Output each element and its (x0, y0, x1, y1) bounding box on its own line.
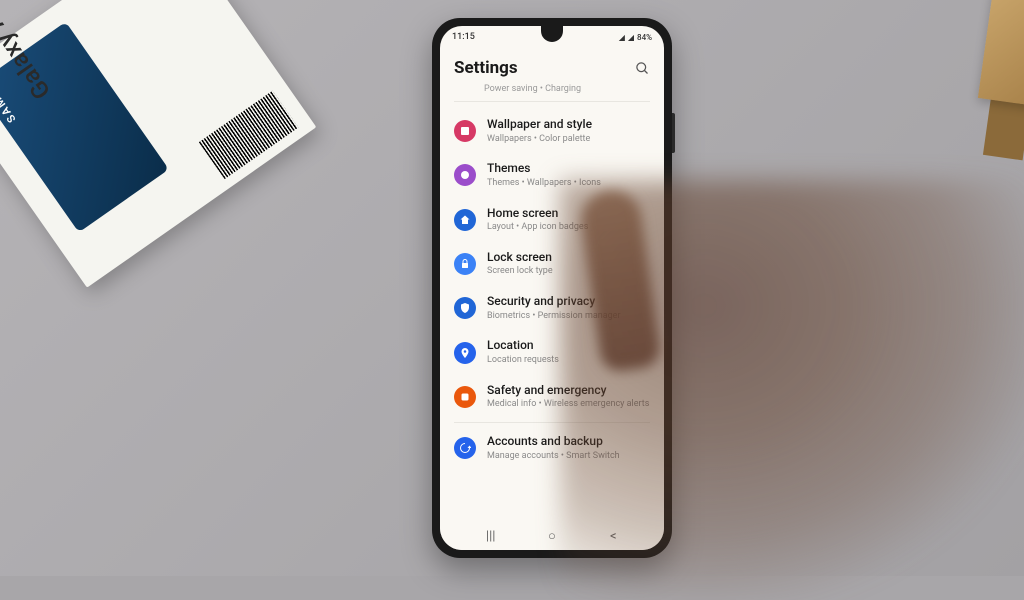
phone-power-button (672, 113, 675, 153)
setting-row-home-screen[interactable]: Home screen Layout • App icon badges (440, 198, 664, 242)
row-sub: Screen lock type (487, 266, 650, 278)
wifi-icon: ◢ (628, 33, 634, 42)
setting-row-lock-screen[interactable]: Lock screen Screen lock type (440, 242, 664, 286)
setting-row-wallpaper[interactable]: Wallpaper and style Wallpapers • Color p… (440, 109, 664, 153)
nav-home-icon[interactable]: ○ (537, 528, 567, 544)
wallpaper-icon (454, 120, 476, 142)
row-sub: Location requests (487, 355, 650, 367)
row-title: Home screen (487, 206, 650, 222)
row-title: Accounts and backup (487, 434, 650, 450)
emergency-icon (454, 386, 476, 408)
desk-surface: SAMSUNG Galaxy A06 11:15 ◢ ◢ 84% Setting… (0, 0, 1024, 576)
backup-icon (454, 437, 476, 459)
navigation-bar: ||| ○ < (440, 522, 664, 550)
home-icon (454, 209, 476, 231)
nav-back-icon[interactable]: < (598, 529, 628, 544)
search-icon[interactable] (635, 61, 650, 76)
setting-row-themes[interactable]: Themes Themes • Wallpapers • Icons (440, 153, 664, 197)
status-indicators: ◢ ◢ 84% (619, 33, 652, 42)
separator (454, 101, 650, 102)
themes-icon (454, 164, 476, 186)
row-sub: Medical info • Wireless emergency alerts (487, 399, 650, 411)
settings-header: Settings (440, 48, 664, 84)
location-icon (454, 342, 476, 364)
setting-row-location[interactable]: Location Location requests (440, 330, 664, 374)
phone-device: 11:15 ◢ ◢ 84% Settings Power saving • Ch… (432, 18, 672, 558)
row-title: Lock screen (487, 250, 650, 266)
product-box: SAMSUNG Galaxy A06 (0, 0, 316, 288)
box-barcode (199, 91, 299, 179)
status-time: 11:15 (452, 32, 475, 42)
partial-row-sub: Power saving • Charging (440, 84, 664, 98)
row-sub: Manage accounts • Smart Switch (487, 451, 650, 463)
setting-row-security[interactable]: Security and privacy Biometrics • Permis… (440, 286, 664, 330)
signal-icon: ◢ (619, 33, 625, 42)
shield-icon (454, 297, 476, 319)
lock-icon (454, 253, 476, 275)
row-title: Location (487, 338, 650, 354)
row-sub: Themes • Wallpapers • Icons (487, 178, 650, 190)
separator (454, 422, 650, 423)
row-sub: Wallpapers • Color palette (487, 134, 650, 146)
setting-row-accounts[interactable]: Accounts and backup Manage accounts • Sm… (440, 426, 664, 470)
row-title: Themes (487, 161, 650, 177)
wooden-block (978, 0, 1024, 105)
page-title: Settings (454, 58, 518, 78)
row-title: Security and privacy (487, 294, 650, 310)
row-title: Safety and emergency (487, 383, 650, 399)
settings-list[interactable]: Wallpaper and style Wallpapers • Color p… (440, 105, 664, 474)
phone-screen: 11:15 ◢ ◢ 84% Settings Power saving • Ch… (440, 26, 664, 550)
row-title: Wallpaper and style (487, 117, 650, 133)
row-sub: Biometrics • Permission manager (487, 311, 650, 323)
setting-row-safety[interactable]: Safety and emergency Medical info • Wire… (440, 375, 664, 419)
nav-recent-icon[interactable]: ||| (476, 529, 506, 544)
row-sub: Layout • App icon badges (487, 222, 650, 234)
battery-text: 84% (637, 33, 652, 42)
